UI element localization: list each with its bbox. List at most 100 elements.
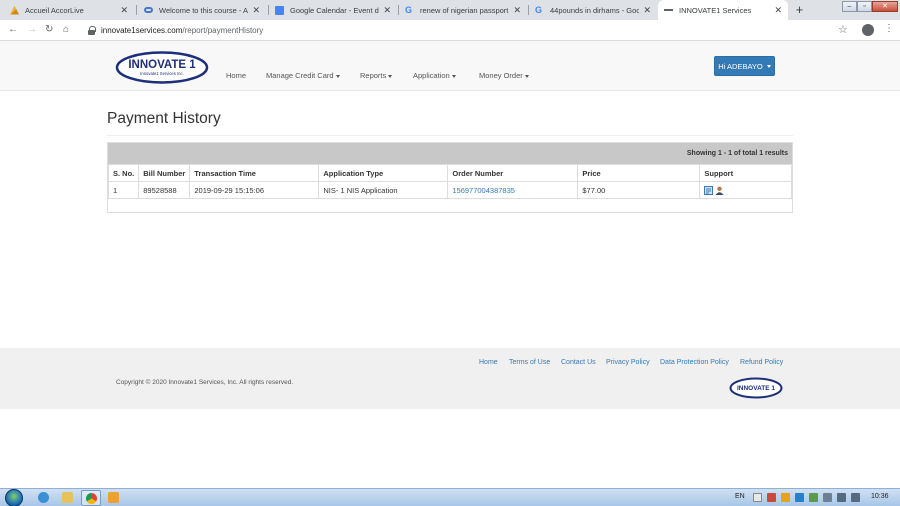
column-header: Order Number bbox=[447, 164, 579, 182]
nav-money-order[interactable]: Money Order bbox=[479, 71, 529, 80]
footer-link-privacy[interactable]: Privacy Policy bbox=[606, 359, 650, 366]
language-indicator[interactable]: EN bbox=[735, 493, 745, 500]
accorlive-icon bbox=[10, 5, 19, 15]
link-icon bbox=[144, 7, 153, 13]
clock[interactable]: 10:36 bbox=[871, 493, 889, 500]
volume-icon[interactable] bbox=[851, 493, 860, 502]
calendar-icon bbox=[275, 5, 284, 15]
google-icon: G bbox=[405, 4, 413, 15]
cell-order-number: 156977004387835 bbox=[447, 181, 579, 199]
cell-support bbox=[699, 181, 792, 199]
innovate1-logo[interactable]: INNOVATE 1 Innovate1 Services Inc. bbox=[115, 51, 209, 84]
table-header-row: S. No. Bill Number Transaction Time Appl… bbox=[107, 164, 792, 182]
cell-transaction-time: 2019-09-29 15:15:06 bbox=[189, 181, 320, 199]
browser-tab-label: INNOVATE1 Services bbox=[679, 5, 752, 15]
tray-app-icon[interactable] bbox=[795, 493, 804, 502]
caret-down-icon bbox=[335, 74, 340, 78]
action-center-flag-icon[interactable] bbox=[823, 493, 832, 502]
browser-tab-label: Welcome to this course - An i bbox=[159, 5, 249, 15]
home-icon[interactable]: ⌂ bbox=[63, 23, 69, 37]
url-path: /report/paymentHistory bbox=[182, 26, 264, 35]
footer-link-terms[interactable]: Terms of Use bbox=[509, 359, 550, 366]
back-icon[interactable]: ← bbox=[8, 23, 18, 37]
taskbar-ie-icon[interactable] bbox=[34, 490, 54, 506]
google-icon: G bbox=[535, 4, 543, 15]
new-tab-button[interactable]: + bbox=[792, 3, 807, 18]
minimize-button[interactable]: – bbox=[842, 1, 857, 12]
taskbar-chrome-icon[interactable] bbox=[81, 490, 101, 506]
payment-history-panel: Showing 1 - 1 of total 1 results S. No. … bbox=[107, 142, 793, 213]
taskbar-explorer-icon[interactable] bbox=[58, 490, 78, 506]
column-header: S. No. bbox=[107, 164, 140, 182]
cell-sno: 1 bbox=[107, 181, 140, 199]
close-icon[interactable]: ✕ bbox=[774, 5, 782, 16]
tray-app-icon[interactable] bbox=[767, 493, 776, 502]
url-host: innovate1services.com bbox=[101, 26, 183, 35]
menu-kebab-icon[interactable]: ⋮ bbox=[884, 23, 894, 34]
column-header: Price bbox=[577, 164, 701, 182]
column-header: Transaction Time bbox=[189, 164, 320, 182]
nav-manage-credit-card[interactable]: Manage Credit Card bbox=[266, 71, 340, 80]
taskbar-paint-icon[interactable] bbox=[104, 490, 124, 506]
logo-subtext: Innovate1 Services Inc. bbox=[140, 71, 184, 76]
footer-link-contact[interactable]: Contact Us bbox=[561, 359, 596, 366]
footer-link-data-protection[interactable]: Data Protection Policy bbox=[660, 359, 729, 366]
close-icon[interactable]: ✕ bbox=[643, 5, 651, 16]
tray-app-icon[interactable] bbox=[781, 493, 790, 502]
support-agent-icon[interactable] bbox=[715, 186, 724, 195]
caret-down-icon bbox=[766, 64, 771, 68]
url-field[interactable]: innovate1services.com/report/paymentHist… bbox=[80, 22, 860, 39]
caret-down-icon bbox=[524, 74, 529, 78]
browser-tab[interactable]: G 44pounds in dirhams - Google ✕ bbox=[529, 0, 657, 20]
tray-app-icon[interactable] bbox=[809, 493, 818, 502]
copyright-text: Copyright © 2020 Innovate1 Services, Inc… bbox=[116, 379, 294, 386]
table-row: 1 89528588 2019-09-29 15:15:06 NIS- 1 NI… bbox=[107, 181, 792, 199]
footer-link-home[interactable]: Home bbox=[479, 359, 498, 366]
column-header: Bill Number bbox=[138, 164, 191, 182]
cell-price: $77.00 bbox=[577, 181, 701, 199]
network-icon[interactable] bbox=[837, 493, 846, 502]
address-bar: ← → ↻ ⌂ innovate1services.com/report/pay… bbox=[0, 20, 900, 41]
browser-tab[interactable]: Welcome to this course - An i ✕ bbox=[138, 0, 266, 20]
lock-icon bbox=[88, 26, 96, 35]
title-divider bbox=[107, 135, 793, 136]
site-header: INNOVATE 1 Innovate1 Services Inc. Home … bbox=[0, 41, 900, 91]
caret-down-icon bbox=[388, 74, 393, 78]
browser-tab[interactable]: G renew of nigerian passport in ✕ bbox=[399, 0, 527, 20]
close-icon[interactable]: ✕ bbox=[120, 5, 128, 16]
receipt-icon[interactable] bbox=[704, 185, 714, 195]
page-icon bbox=[664, 9, 673, 11]
browser-tab[interactable]: Accueil AccorLive ✕ bbox=[4, 0, 134, 20]
nav-reports[interactable]: Reports bbox=[360, 71, 393, 80]
reload-icon[interactable]: ↻ bbox=[45, 23, 53, 37]
footer-logo-text: INNOVATE 1 bbox=[737, 385, 775, 392]
user-menu-button[interactable]: Hi ADEBAYO bbox=[714, 56, 775, 76]
results-count: Showing 1 - 1 of total 1 results bbox=[686, 150, 788, 157]
profile-avatar-icon[interactable] bbox=[862, 24, 874, 36]
browser-tab-label: Google Calendar - Event detai bbox=[290, 5, 379, 15]
order-number-link[interactable]: 156977004387835 bbox=[452, 186, 515, 195]
window-close-button[interactable]: ✕ bbox=[872, 1, 898, 12]
maximize-button[interactable]: ▫ bbox=[857, 1, 872, 12]
footer-link-refund[interactable]: Refund Policy bbox=[740, 359, 783, 366]
bookmark-star-icon[interactable]: ☆ bbox=[838, 23, 848, 36]
close-icon[interactable]: ✕ bbox=[252, 5, 260, 16]
nav-home[interactable]: Home bbox=[226, 71, 246, 80]
start-button-icon[interactable] bbox=[5, 489, 23, 506]
payment-history-table: S. No. Bill Number Transaction Time Appl… bbox=[107, 164, 792, 199]
browser-tab-label: renew of nigerian passport in bbox=[420, 5, 510, 15]
browser-tab-active[interactable]: INNOVATE1 Services ✕ bbox=[658, 0, 788, 20]
tray-app-icon[interactable] bbox=[753, 493, 762, 502]
page-title: Payment History bbox=[107, 110, 221, 127]
results-header: Showing 1 - 1 of total 1 results bbox=[108, 143, 792, 164]
nav-application[interactable]: Application bbox=[413, 71, 456, 80]
browser-tab[interactable]: Google Calendar - Event detai ✕ bbox=[269, 0, 397, 20]
browser-tab-label: Accueil AccorLive bbox=[25, 5, 84, 15]
close-icon[interactable]: ✕ bbox=[513, 5, 521, 16]
close-icon[interactable]: ✕ bbox=[383, 5, 391, 16]
column-header: Application Type bbox=[318, 164, 449, 182]
browser-tab-label: 44pounds in dirhams - Google bbox=[550, 5, 640, 15]
caret-down-icon bbox=[451, 74, 456, 78]
forward-icon[interactable]: → bbox=[27, 23, 37, 37]
column-header: Support bbox=[699, 164, 792, 182]
